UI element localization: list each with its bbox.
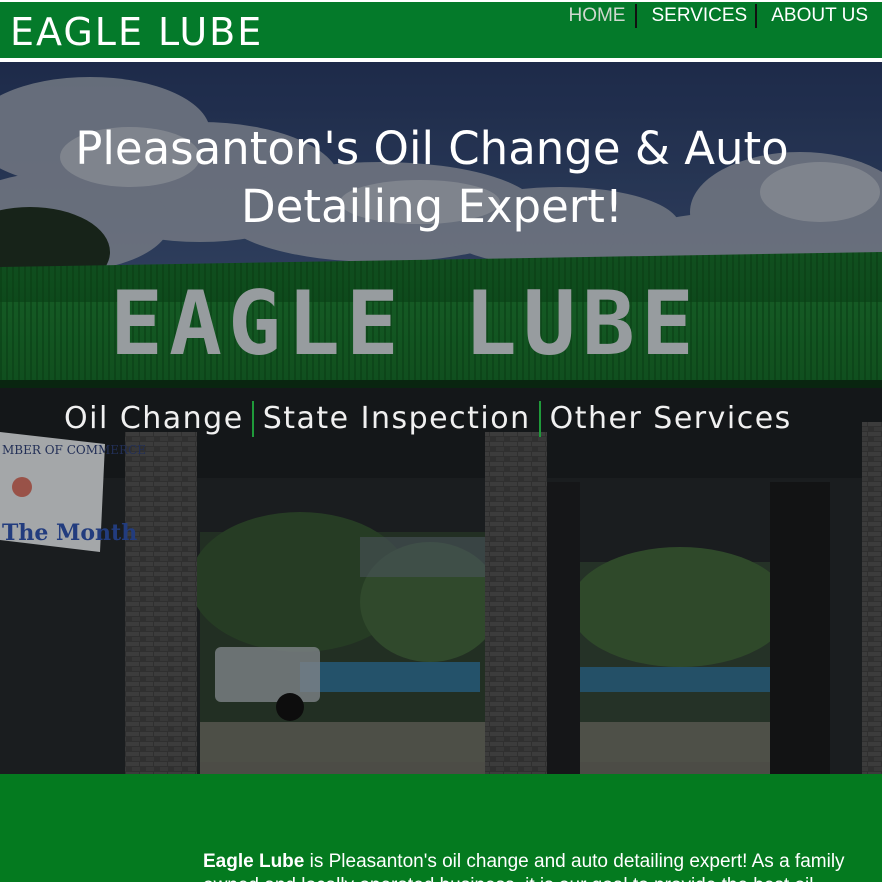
other-services-link[interactable]: Other Services [541, 400, 800, 438]
oil-change-link[interactable]: Oil Change [55, 400, 252, 438]
intro-paragraph: Eagle Lube is Pleasanton's oil change an… [203, 850, 853, 882]
page: EAGLE LUBE HOME SERVICES ABOUT US EAGLE … [0, 0, 882, 882]
brand-logo[interactable]: EAGLE LUBE [10, 10, 263, 54]
main-nav: HOME SERVICES ABOUT US [560, 4, 876, 30]
nav-services-link[interactable]: SERVICES [637, 4, 755, 30]
nav-home-link[interactable]: HOME [560, 4, 635, 30]
nav-about-link[interactable]: ABOUT US [757, 4, 876, 30]
site-header: EAGLE LUBE HOME SERVICES ABOUT US [0, 0, 882, 58]
hero-section: EAGLE LUBE MBER OF COMMERCE The Month Pl… [0, 62, 882, 774]
state-inspection-link[interactable]: State Inspection [254, 400, 539, 438]
intro-section: Eagle Lube is Pleasanton's oil change an… [0, 774, 882, 882]
intro-bold-brand: Eagle Lube [203, 851, 305, 872]
hero-title: Pleasanton's Oil Change & Auto Detailing… [75, 122, 789, 233]
hero-service-links: Oil Change State Inspection Other Servic… [55, 400, 800, 438]
